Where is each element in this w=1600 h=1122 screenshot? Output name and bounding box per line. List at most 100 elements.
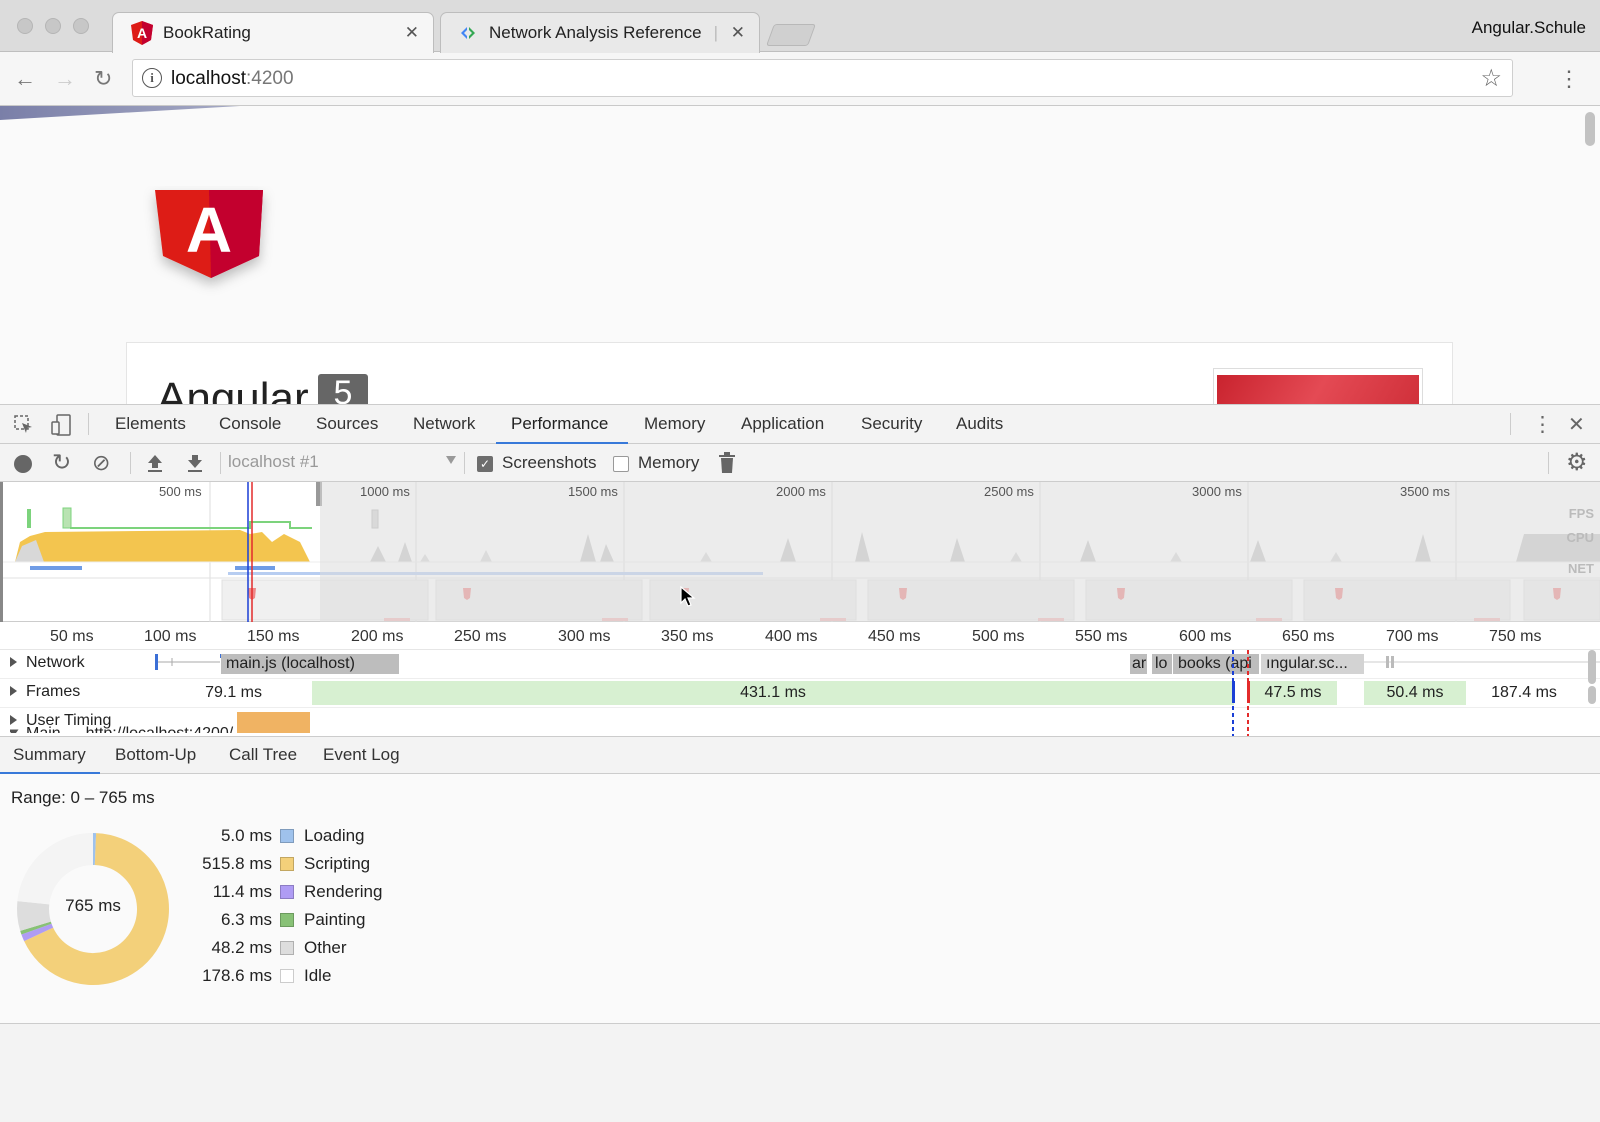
devtools-tab-security[interactable]: Security [861, 414, 922, 434]
ruler-tick: 450 ms [868, 628, 921, 645]
window-close-button[interactable] [17, 18, 33, 34]
device-toolbar-icon[interactable] [50, 414, 72, 436]
devtools-tab-audits[interactable]: Audits [956, 414, 1003, 434]
overview-tick: 500 ms [159, 484, 202, 499]
devtools-tab-application[interactable]: Application [741, 414, 824, 434]
fps-lane-label: FPS [1568, 506, 1594, 521]
browser-tab-bookrating[interactable]: A BookRating ✕ [112, 12, 434, 53]
screenshots-label[interactable]: Screenshots [502, 453, 597, 473]
devtools-tab-network[interactable]: Network [413, 414, 475, 434]
tab-bottom-up[interactable]: Bottom-Up [115, 745, 196, 765]
load-profile-icon[interactable] [146, 453, 164, 473]
ruler-tick: 250 ms [454, 628, 507, 645]
tab-title: BookRating [163, 23, 251, 42]
tab-summary[interactable]: Summary [13, 745, 86, 765]
book-cover-image[interactable] [1213, 368, 1423, 404]
network-request[interactable]: lo [1152, 654, 1172, 674]
devtools-panel: Elements Console Sources Network Perform… [0, 404, 1600, 1122]
bookmark-star-icon[interactable]: ☆ [1480, 64, 1502, 93]
frames-track[interactable]: Frames 79.1 ms 431.1 ms 47.5 ms 50.4 ms … [0, 679, 1600, 708]
summary-panel: Range: 0 – 765 ms 765 ms 5.0 ms Loading 51… [0, 774, 1600, 1024]
donut-slice-rendering [21, 923, 54, 942]
expand-triangle-icon [10, 715, 17, 725]
overview-tick: 3000 ms [1192, 484, 1242, 499]
flame-scrollbar[interactable] [1588, 650, 1596, 684]
new-tab-button[interactable] [765, 24, 817, 46]
page-scrollbar[interactable] [1580, 106, 1600, 404]
ruler-tick: 200 ms [351, 628, 404, 645]
devtools-tab-console[interactable]: Console [219, 414, 281, 434]
ruler-tick: 650 ms [1282, 628, 1335, 645]
trash-icon[interactable] [719, 452, 735, 474]
browser-tab-network-reference[interactable]: Network Analysis Reference | ✕ [440, 12, 760, 53]
ruler-tick: 50 ms [50, 628, 94, 645]
ruler-tick: 550 ms [1075, 628, 1128, 645]
frame-bar[interactable]: 187.4 ms [1466, 681, 1582, 705]
frame-bar[interactable]: 50.4 ms [1364, 681, 1466, 705]
window-minimize-button[interactable] [45, 18, 61, 34]
network-track[interactable]: Network main.js (localhost) ar lo books … [0, 650, 1600, 679]
record-icon[interactable] [14, 455, 32, 473]
frames-track-label[interactable]: Frames [10, 683, 80, 701]
devtools-tab-performance[interactable]: Performance [511, 414, 608, 434]
tab-close-icon[interactable]: ✕ [731, 23, 745, 43]
angular-icon: A [131, 21, 153, 45]
profile-name[interactable]: Angular.Schule [1472, 18, 1586, 38]
back-arrow-icon[interactable]: ← [14, 66, 36, 92]
browser-toolbar: ← → ↻ i localhost:4200 ☆ [0, 52, 1600, 106]
frame-bar[interactable]: 47.5 ms [1249, 681, 1337, 705]
network-request-angular-schule[interactable]: ıngular.sc... [1261, 654, 1364, 674]
inspect-element-icon[interactable] [14, 415, 34, 435]
reload-profile-icon[interactable]: ↻ [52, 449, 71, 476]
ruler-tick: 700 ms [1386, 628, 1439, 645]
ruler-tick: 300 ms [558, 628, 611, 645]
tab-event-log[interactable]: Event Log [323, 745, 400, 765]
browser-menu-icon[interactable]: ⋮ [1558, 66, 1580, 92]
details-tabbar: Summary Bottom-Up Call Tree Event Log [0, 736, 1600, 774]
user-timing-mark[interactable] [237, 712, 310, 733]
expand-triangle-icon [10, 686, 17, 696]
header-stripe [0, 106, 240, 120]
recording-select[interactable]: localhost #1 [228, 452, 456, 474]
forward-arrow-icon[interactable]: → [54, 66, 76, 92]
frame-bar[interactable]: 79.1 ms [180, 681, 280, 705]
window-zoom-button[interactable] [73, 18, 89, 34]
reload-icon[interactable]: ↻ [94, 66, 112, 92]
address-bar[interactable]: i localhost:4200 ☆ [132, 59, 1513, 97]
summary-legend-swatch [280, 913, 294, 927]
save-profile-icon[interactable] [186, 453, 204, 473]
dcl-marker [1232, 681, 1235, 703]
clear-icon[interactable]: ⊘ [92, 450, 110, 476]
frame-bar[interactable]: 431.1 ms [312, 681, 1234, 705]
devtools-menu-icon[interactable]: ⋮ [1532, 412, 1553, 437]
ruler-tick: 400 ms [765, 628, 818, 645]
tab-close-icon[interactable]: ✕ [405, 23, 419, 43]
devtools-tab-sources[interactable]: Sources [316, 414, 378, 434]
info-icon[interactable]: i [142, 68, 162, 88]
devtools-tab-memory[interactable]: Memory [644, 414, 705, 434]
devtools-close-icon[interactable]: ✕ [1568, 412, 1585, 437]
load-marker [1247, 681, 1250, 703]
browser-tab-strip: A BookRating ✕ Network Analysis Referenc… [0, 0, 1600, 53]
overview-tick: 2000 ms [776, 484, 826, 499]
tab-title: Network Analysis Reference [489, 23, 702, 42]
timeline-overview[interactable]: 500 ms 1000 ms 1500 ms 2000 ms 2500 ms 3… [0, 482, 1600, 622]
summary-legend-value: 178.6 ms [202, 966, 272, 985]
memory-label[interactable]: Memory [638, 453, 699, 473]
angular-logo-icon: A [155, 190, 263, 278]
network-track-label[interactable]: Network [10, 654, 85, 672]
summary-legend-swatch [280, 885, 294, 899]
summary-legend-swatch [280, 857, 294, 871]
devtools-tab-elements[interactable]: Elements [115, 414, 186, 434]
settings-gear-icon[interactable]: ⚙ [1566, 448, 1588, 477]
tab-call-tree[interactable]: Call Tree [229, 745, 297, 765]
network-request-main-js[interactable]: main.js (localhost) [221, 654, 399, 674]
overview-tick: 1500 ms [568, 484, 618, 499]
screenshots-checkbox[interactable]: ✓ [477, 456, 493, 472]
network-request[interactable]: ar [1130, 654, 1147, 674]
memory-checkbox[interactable] [613, 456, 629, 472]
address-bar-url[interactable]: localhost:4200 [171, 68, 294, 90]
summary-legend-value: 6.3 ms [220, 910, 272, 929]
user-timing-track[interactable]: User Timing [0, 708, 1600, 737]
flame-scrollbar[interactable] [1588, 686, 1596, 704]
